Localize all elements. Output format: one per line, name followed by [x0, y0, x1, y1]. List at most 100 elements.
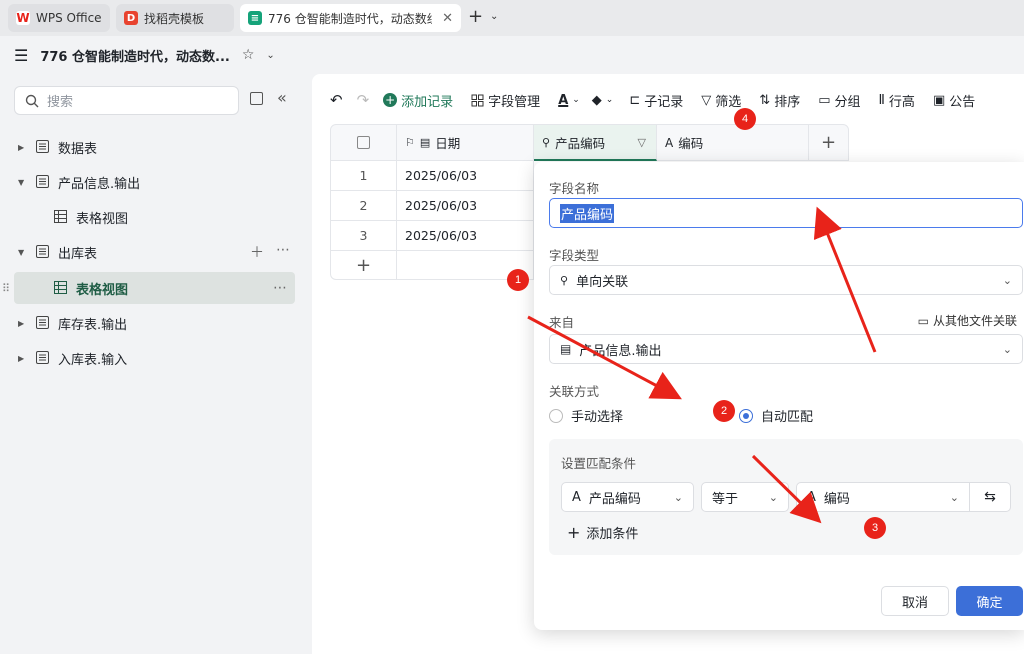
condition-operator-select[interactable]: 等于 ⌄ [701, 482, 789, 512]
column-header-product-code[interactable]: ⚲ 产品编码 ▽ [534, 124, 657, 161]
row-number-label: 2 [359, 198, 368, 213]
sidebar-item-label: 库存表.输出 [58, 317, 128, 333]
field-manage-button[interactable]: 字段管理 [471, 91, 540, 110]
chevron-down-icon[interactable]: ⌄ [266, 50, 274, 61]
manual-select-radio[interactable]: 手动选择 [549, 406, 623, 425]
sidebar-item-view[interactable]: 表格视图 [0, 201, 312, 233]
radio-selected-icon [739, 408, 753, 423]
link-mode-radio-group: 手动选择 自动匹配 [549, 406, 1009, 426]
tab-list-chevron-icon[interactable]: ⌄ [490, 11, 498, 22]
plus-icon[interactable]: ＋ [250, 242, 264, 262]
grid-icon [471, 94, 484, 106]
more-icon[interactable]: ⋯ [273, 280, 287, 296]
sidebar-item-table[interactable]: ▼ 产品信息.输出 [0, 166, 312, 198]
field-type-select[interactable]: ⚲ 单向关联 ⌄ [549, 265, 1023, 295]
subrecord-button[interactable]: ⊏ 子记录 [629, 91, 683, 110]
table-cell-date[interactable]: 2025/06/03 [397, 191, 534, 221]
font-color-button[interactable]: A ⌄ [558, 93, 580, 108]
field-name-input[interactable]: 产品编码 [549, 198, 1023, 228]
subrecord-label: 子记录 [644, 94, 684, 110]
sidebar-item-table[interactable]: ▶ 入库表.输入 [0, 342, 312, 374]
caret-right-icon[interactable]: ▶ [18, 143, 28, 152]
auto-match-radio[interactable]: 自动匹配 [739, 406, 813, 425]
caret-down-icon[interactable]: ▼ [18, 178, 28, 187]
chevron-down-icon: ⌄ [1002, 342, 1012, 356]
table-icon [36, 175, 50, 189]
redo-button[interactable]: ↷ [357, 91, 370, 109]
plus-icon: + [567, 523, 581, 542]
caret-down-icon[interactable]: ▼ [18, 248, 28, 257]
checkbox-icon [357, 136, 370, 149]
annotation-badge: 4 [734, 108, 756, 130]
add-condition-button[interactable]: + 添加条件 [567, 523, 638, 542]
match-condition-title: 设置匹配条件 [561, 456, 637, 471]
condition-right-field-select[interactable]: A 编码 ⌄ [796, 482, 970, 512]
document-title[interactable]: 776 仓智能制造时代，动态数... [40, 46, 229, 65]
close-icon[interactable]: ✕ [442, 11, 453, 26]
add-column-button[interactable]: + [809, 124, 849, 161]
column-header-code[interactable]: A 编码 [657, 124, 809, 161]
text-type-icon: A [665, 135, 674, 150]
sidebar-item-actions: ⋯ [273, 280, 287, 296]
link-icon: ⚲ [560, 273, 569, 287]
sidebar-item-label: 入库表.输入 [58, 352, 128, 368]
sort-button[interactable]: ⇅ 排序 [759, 91, 800, 110]
star-icon[interactable]: ☆ [242, 47, 255, 63]
grid-view-icon [54, 281, 68, 295]
condition-operator-value: 等于 [712, 491, 739, 507]
condition-left-field-select[interactable]: A 产品编码 ⌄ [561, 482, 694, 512]
table-cell-date[interactable]: 2025/06/03 [397, 161, 534, 191]
menu-icon[interactable]: ☰ [14, 46, 28, 65]
table-icon [36, 351, 50, 365]
link-other-file-link[interactable]: ▭ 从其他文件关联 [918, 312, 1017, 329]
confirm-button[interactable]: 确定 [956, 586, 1023, 616]
tab-current-doc[interactable]: ≡ 776 仓智能制造时代，动态数组算 ✕ [240, 4, 461, 32]
filter-icon: ▽ [637, 135, 646, 149]
from-label: 来自 [549, 315, 575, 330]
filter-icon: ▽ [701, 92, 712, 108]
caret-right-icon[interactable]: ▶ [18, 319, 28, 328]
add-row-button[interactable]: + [330, 251, 397, 280]
group-button[interactable]: ▭ 分组 [818, 91, 860, 110]
panel-icon[interactable] [250, 92, 263, 105]
fill-color-button[interactable]: ◆ ⌄ [592, 93, 614, 108]
announcement-button[interactable]: ▣ 公告 [933, 91, 975, 110]
tab-docer[interactable]: D 找稻壳模板 [116, 4, 234, 32]
cancel-button[interactable]: 取消 [881, 586, 949, 616]
table-cell-date[interactable]: 2025/06/03 [397, 221, 534, 251]
new-tab-button[interactable]: + [468, 8, 483, 26]
filter-button[interactable]: ▽ 筛选 [701, 91, 741, 110]
match-condition-panel: 设置匹配条件 A 产品编码 ⌄ 等于 ⌄ A 编码 ⌄ ⇆ + 添加条件 [549, 439, 1023, 555]
chevron-down-icon: ⌄ [673, 490, 683, 504]
field-type-value: 单向关联 [576, 274, 629, 290]
sidebar-item-table[interactable]: ▶ 数据表 [0, 131, 312, 163]
column-header-date[interactable]: ⚐ ▤ 日期 [397, 124, 534, 161]
sort-icon: ⇅ [759, 92, 771, 108]
drag-handle-icon[interactable]: ⠿ [2, 282, 10, 295]
more-icon[interactable]: ⋯ [276, 242, 290, 262]
chevron-down-icon: ⌄ [605, 95, 614, 105]
radio-label: 自动匹配 [761, 410, 814, 425]
sidebar-item-table[interactable]: ▼ 出库表＋ ⋯ [0, 236, 312, 268]
search-input[interactable]: 搜索 [14, 86, 239, 115]
sidebar-item-table[interactable]: ▶ 库存表.输出 [0, 307, 312, 339]
source-table-select[interactable]: ▤ 产品信息.输出 ⌄ [549, 334, 1023, 364]
wps-logo-icon: W [16, 11, 30, 25]
toolbar: ↶ ↷ + 添加记录 字段管理 A ⌄ ◆ ⌄ ⊏ 子记录 ▽ 筛选 ⇅ 排序 [312, 86, 1024, 114]
link-other-file-label: 从其他文件关联 [932, 314, 1017, 328]
text-type-icon: A [807, 489, 816, 505]
undo-button[interactable]: ↶ [330, 91, 343, 109]
annotation-badge: 1 [507, 269, 529, 291]
tab-wps-office[interactable]: W WPS Office [8, 4, 110, 32]
chevron-down-icon: ⌄ [1002, 273, 1012, 287]
select-all-checkbox-cell[interactable] [330, 124, 397, 161]
collapse-sidebar-icon[interactable]: « [277, 90, 287, 106]
field-name-label: 字段名称 [549, 181, 600, 196]
annotation-badge: 3 [864, 517, 886, 539]
add-record-button[interactable]: + 添加记录 [383, 91, 453, 110]
sidebar-item-view[interactable]: 表格视图 ⋯ ⠿ [2, 272, 295, 304]
row-number: 1 [330, 161, 397, 191]
row-height-button[interactable]: Ⅱ 行高 [879, 91, 915, 110]
caret-right-icon[interactable]: ▶ [18, 354, 28, 363]
swap-condition-button[interactable]: ⇆ [970, 482, 1011, 512]
